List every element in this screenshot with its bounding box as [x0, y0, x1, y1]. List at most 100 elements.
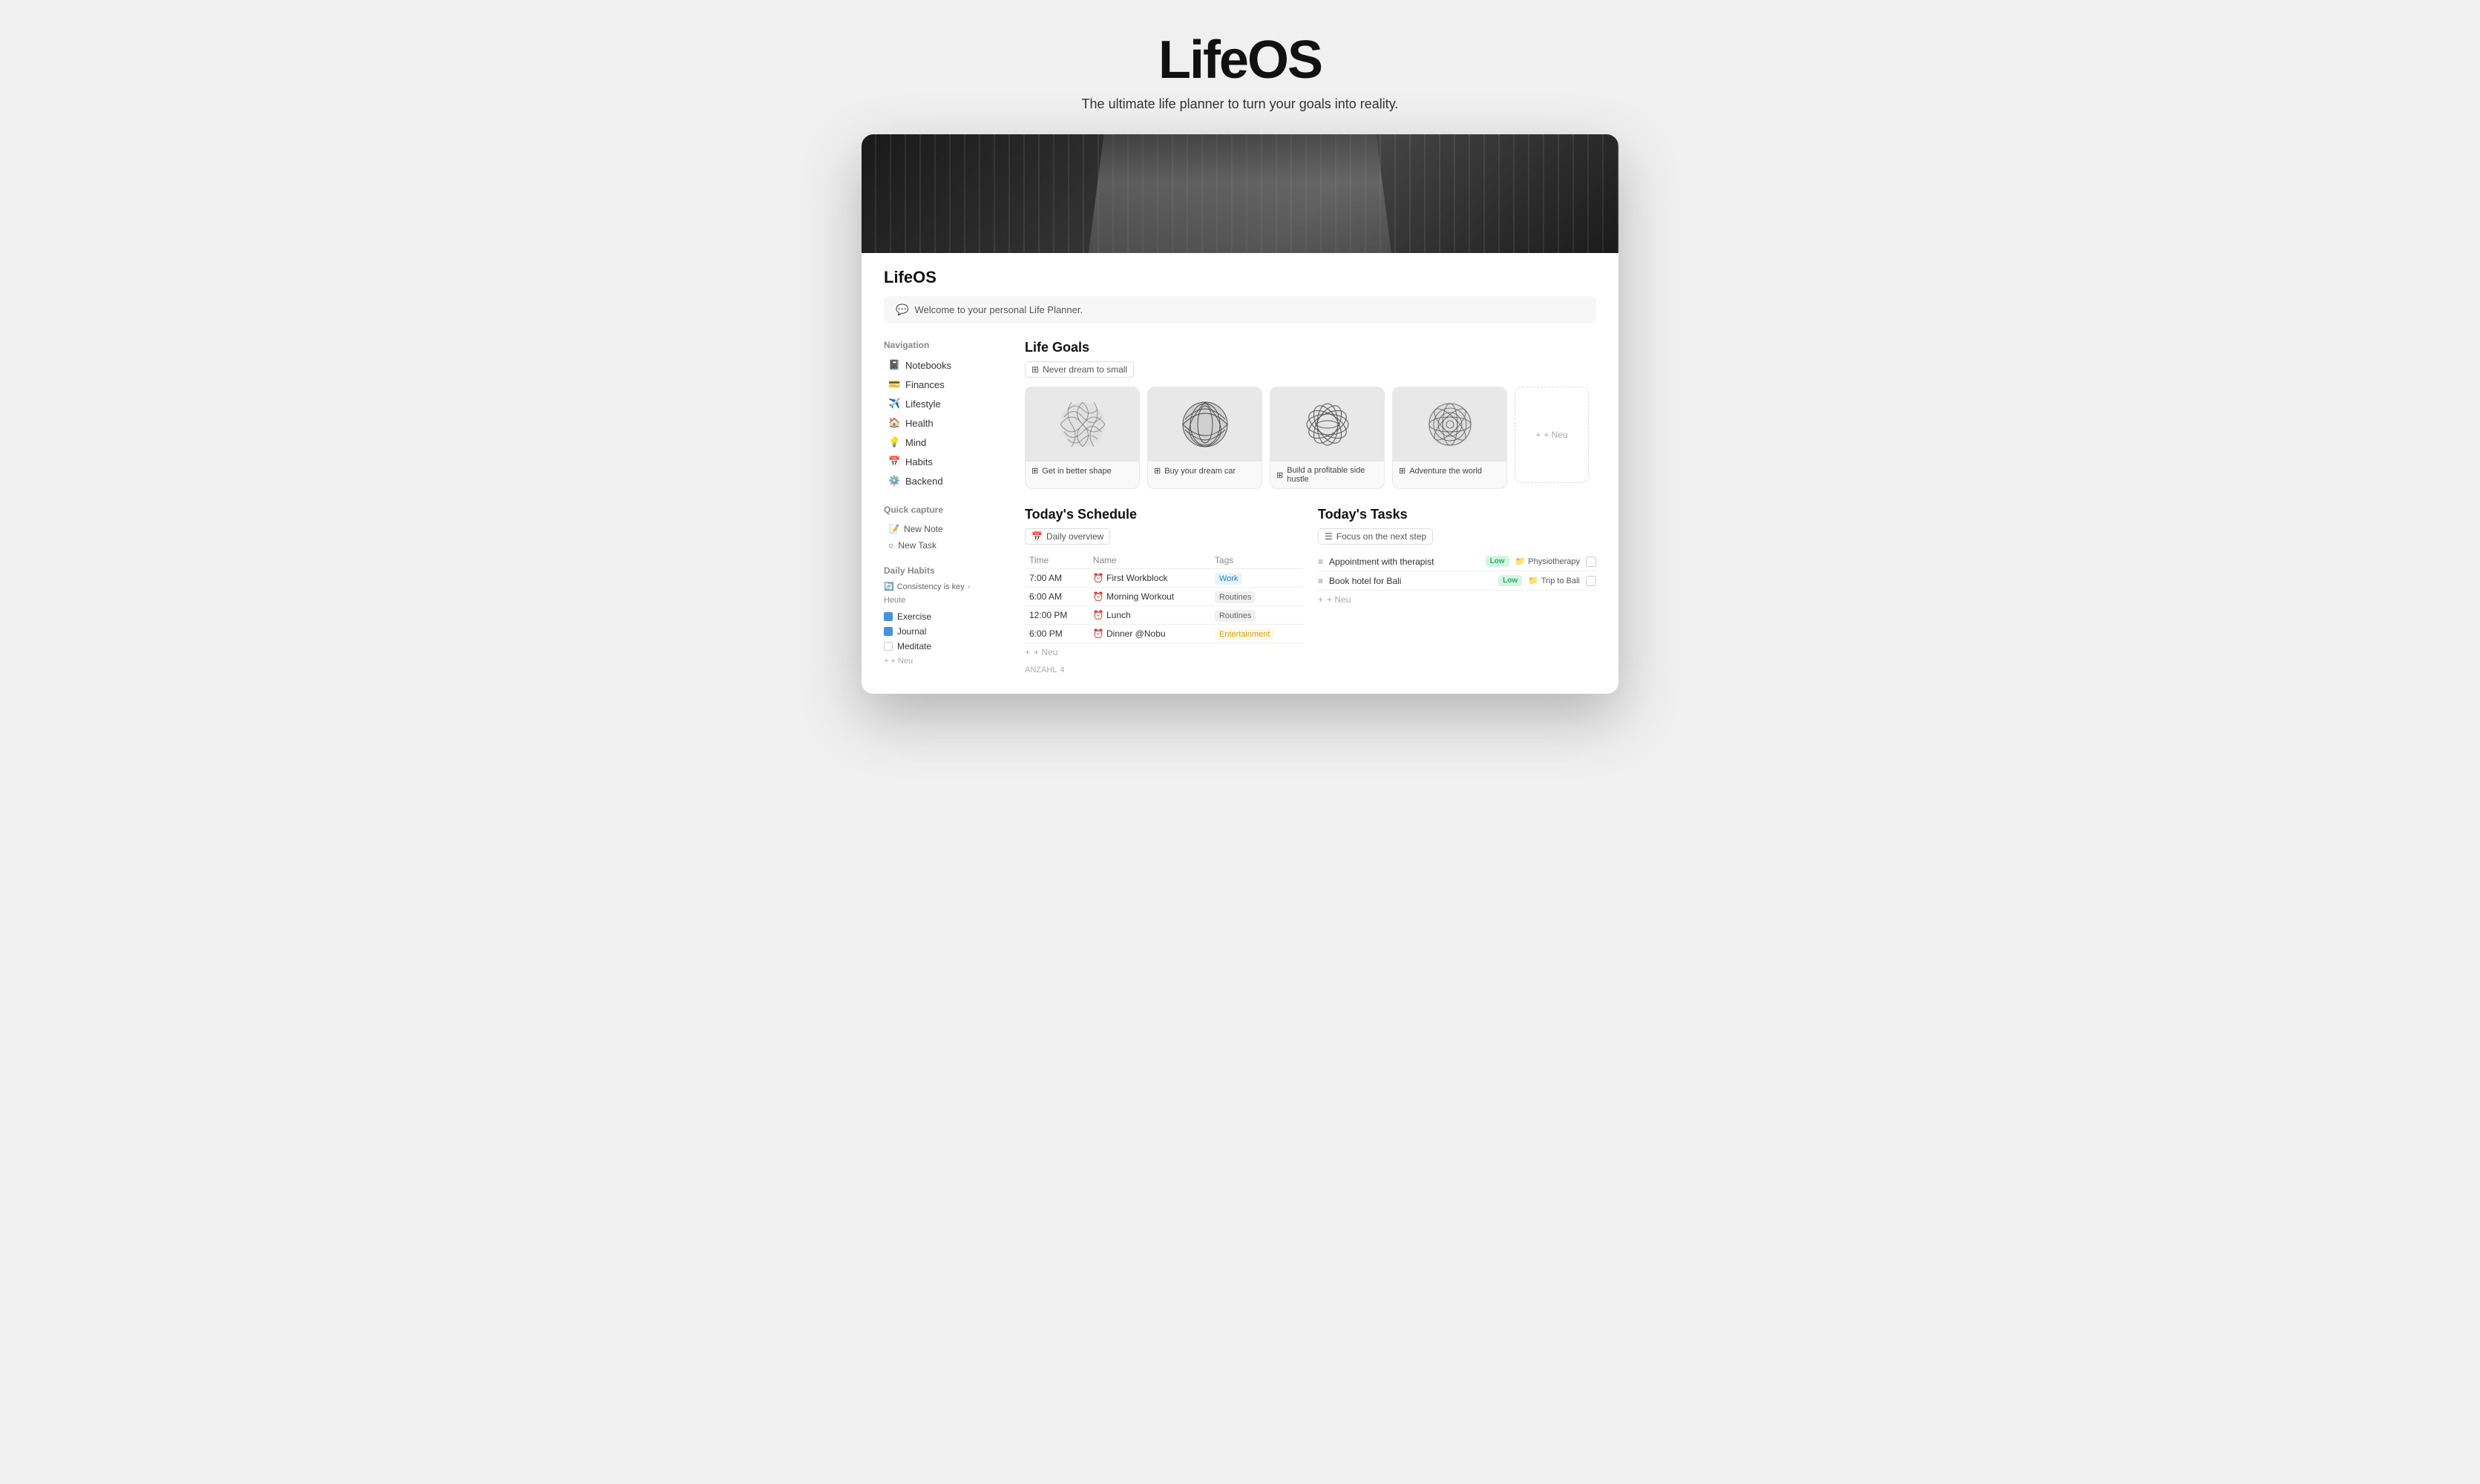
plus-icon: +	[1535, 430, 1541, 440]
goals-grid: ⊞ Get in better shape	[1025, 387, 1596, 489]
task-category-0: 📁 Physiotherapy	[1515, 556, 1580, 566]
main-content: LifeOS 💬 Welcome to your personal Life P…	[862, 253, 1618, 694]
goal-label-adventure: ⊞ Adventure the world	[1393, 462, 1506, 480]
add-goal-button[interactable]: + + Neu	[1515, 387, 1589, 483]
task-icon-0: ≡	[1318, 556, 1323, 567]
welcome-text: Welcome to your personal Life Planner.	[914, 304, 1083, 315]
cell-name-1: ⏰ Morning Workout	[1089, 588, 1210, 606]
sidebar-item-habits[interactable]: 📅 Habits	[884, 453, 1003, 470]
goal-icon-car: ⊞	[1154, 466, 1161, 476]
refresh-icon: 🔄	[884, 582, 894, 591]
task-item-0: ≡ Appointment with therapist Low 📁 Physi…	[1318, 552, 1596, 571]
sidebar-item-mind[interactable]: 💡 Mind	[884, 433, 1003, 451]
sidebar-label-habits: Habits	[905, 456, 933, 467]
table-row[interactable]: 12:00 PM ⏰ Lunch Routines	[1025, 606, 1303, 625]
col-time: Time	[1025, 552, 1089, 569]
meditate-checkbox[interactable]	[884, 642, 893, 651]
tag-badge-3: Entertainment	[1215, 628, 1274, 640]
new-note-button[interactable]: 📝 New Note	[884, 521, 1003, 537]
sidebar-item-lifestyle[interactable]: ✈️ Lifestyle	[884, 395, 1003, 413]
tag-badge-1: Routines	[1215, 591, 1256, 603]
daily-habits-section: Daily Habits 🔄 Consistency is key › Heut…	[884, 565, 1003, 669]
goal-icon-adventure: ⊞	[1399, 466, 1405, 476]
finances-icon: 💳	[888, 378, 900, 390]
tasks-filter[interactable]: ☰ Focus on the next step	[1318, 528, 1433, 545]
task-label-1: Book hotel for Bali	[1329, 576, 1492, 586]
folder-icon-0: 📁	[1515, 556, 1526, 566]
filter-label: Never dream to small	[1043, 364, 1127, 375]
table-row[interactable]: 6:00 PM ⏰ Dinner @Nobu Entertainment	[1025, 625, 1303, 643]
sidebar-label-backend: Backend	[905, 476, 943, 487]
lifestyle-icon: ✈️	[888, 398, 900, 410]
add-habit-label: + Neu	[890, 657, 913, 666]
goal-image-hustle	[1270, 387, 1384, 462]
cell-tag-2: Routines	[1210, 606, 1303, 625]
row-icon-2: ⏰	[1093, 610, 1104, 620]
mind-icon: 💡	[888, 436, 900, 448]
goal-label-hustle: ⊞ Build a profitable side hustle	[1270, 462, 1384, 488]
schedule-filter[interactable]: 📅 Daily overview	[1025, 528, 1110, 545]
sidebar-item-health[interactable]: 🏠 Health	[884, 414, 1003, 432]
goal-card-shape[interactable]: ⊞ Get in better shape	[1025, 387, 1140, 489]
table-row[interactable]: 6:00 AM ⏰ Morning Workout Routines	[1025, 588, 1303, 606]
goal-card-hustle[interactable]: ⊞ Build a profitable side hustle	[1270, 387, 1385, 489]
add-habit-button[interactable]: + + Neu	[884, 654, 1003, 669]
tasks-filter-label: Focus on the next step	[1336, 531, 1426, 542]
table-row[interactable]: 7:00 AM ⏰ First Workblock Work	[1025, 569, 1303, 588]
notebooks-icon: 📓	[888, 359, 900, 371]
goal-image-car	[1148, 387, 1262, 462]
task-checkbox-1[interactable]	[1586, 576, 1596, 586]
goal-image-adventure	[1393, 387, 1506, 462]
row-icon-0: ⏰	[1093, 573, 1104, 583]
calendar-icon: 📅	[1031, 531, 1043, 542]
cell-name-2: ⏰ Lunch	[1089, 606, 1210, 625]
filter-icon: ⊞	[1031, 364, 1039, 375]
hero-banner	[862, 134, 1618, 253]
sidebar-item-finances[interactable]: 💳 Finances	[884, 375, 1003, 393]
cell-time-0: 7:00 AM	[1025, 569, 1089, 588]
journal-label: Journal	[897, 626, 926, 637]
add-schedule-button[interactable]: + + Neu	[1025, 643, 1303, 661]
sidebar-item-backend[interactable]: ⚙️ Backend	[884, 472, 1003, 490]
goal-card-car[interactable]: ⊞ Buy your dream car	[1147, 387, 1262, 489]
journal-checkbox[interactable]	[884, 627, 893, 636]
sphere-svg-hustle	[1302, 398, 1354, 450]
tasks-filter-icon: ☰	[1325, 531, 1333, 542]
goal-card-adventure[interactable]: ⊞ Adventure the world	[1392, 387, 1507, 489]
add-task-label: + Neu	[1327, 594, 1351, 605]
cell-name-0: ⏰ First Workblock	[1089, 569, 1210, 588]
task-label-0: Appointment with therapist	[1329, 556, 1480, 567]
daily-habits-title: Daily Habits	[884, 565, 1003, 576]
cell-time-2: 12:00 PM	[1025, 606, 1089, 625]
priority-badge-0: Low	[1486, 556, 1509, 567]
exercise-label: Exercise	[897, 611, 931, 622]
count-label: ANZAHL	[1025, 666, 1057, 674]
new-goal-label: + Neu	[1544, 430, 1567, 440]
add-task-button[interactable]: + + Neu	[1318, 591, 1596, 608]
life-goals-filter[interactable]: ⊞ Never dream to small	[1025, 361, 1134, 378]
new-task-button[interactable]: ○ New Task	[884, 537, 1003, 554]
plus-icon-schedule: +	[1025, 647, 1030, 657]
new-task-label: New Task	[898, 540, 936, 551]
exercise-checkbox[interactable]	[884, 612, 893, 621]
sidebar-item-notebooks[interactable]: 📓 Notebooks	[884, 356, 1003, 374]
row-icon-1: ⏰	[1093, 591, 1104, 602]
col-tags: Tags	[1210, 552, 1303, 569]
cell-name-3: ⏰ Dinner @Nobu	[1089, 625, 1210, 643]
schedule-table: Time Name Tags 7:00 AM ⏰	[1025, 552, 1303, 643]
welcome-banner: 💬 Welcome to your personal Life Planner.	[884, 296, 1596, 324]
backend-icon: ⚙️	[888, 475, 900, 487]
priority-badge-1: Low	[1498, 575, 1522, 586]
page-subtitle: The ultimate life planner to turn your g…	[1082, 96, 1399, 112]
app-title-bar: LifeOS	[862, 253, 1618, 287]
schedule-section: Today's Schedule 📅 Daily overview Time N…	[1025, 507, 1303, 679]
task-checkbox-0[interactable]	[1586, 556, 1596, 567]
app-window: LifeOS 💬 Welcome to your personal Life P…	[862, 134, 1618, 694]
tag-badge-2: Routines	[1215, 610, 1256, 622]
plus-icon: +	[884, 657, 888, 666]
task-item-1: ≡ Book hotel for Bali Low 📁 Trip to Bali	[1318, 571, 1596, 591]
habit-exercise: Exercise	[884, 609, 1003, 624]
schedule-title: Today's Schedule	[1025, 507, 1303, 522]
goal-icon-shape: ⊞	[1031, 466, 1038, 476]
count-value: 4	[1060, 666, 1064, 674]
